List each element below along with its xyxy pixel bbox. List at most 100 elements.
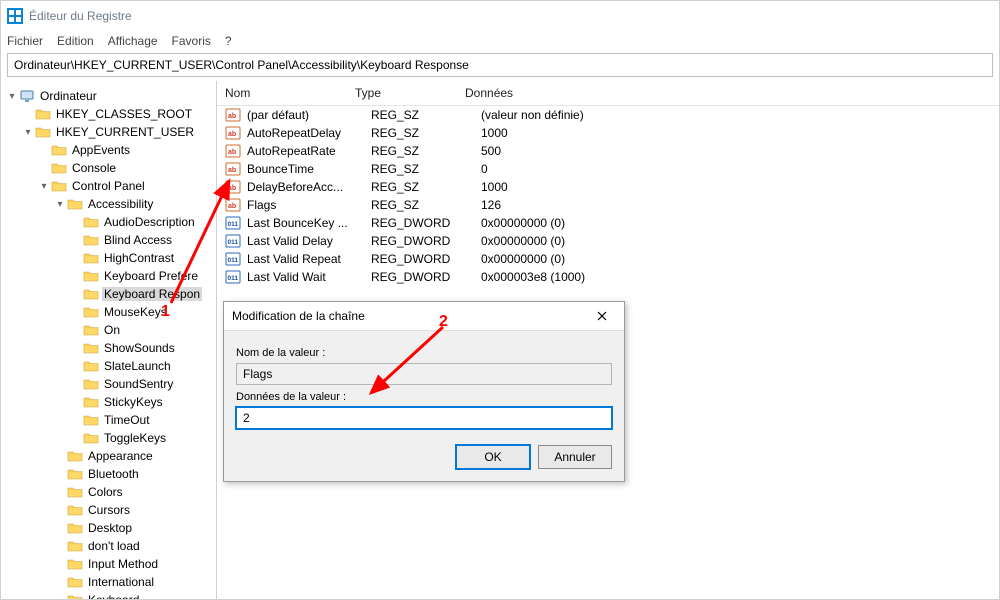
tree-acc-highcontrast[interactable]: HighContrast — [1, 249, 216, 267]
tree-console[interactable]: Console — [1, 159, 216, 177]
reg-binary-icon: 011 — [225, 269, 241, 285]
value-name: Flags — [247, 198, 371, 212]
folder-icon — [67, 449, 83, 463]
folder-icon — [83, 341, 99, 355]
column-data[interactable]: Données — [465, 86, 999, 100]
value-data: 500 — [481, 144, 999, 158]
value-type: REG_DWORD — [371, 234, 481, 248]
value-row[interactable]: ab(par défaut)REG_SZ(valeur non définie) — [217, 106, 999, 124]
folder-icon — [83, 377, 99, 391]
value-type: REG_DWORD — [371, 252, 481, 266]
tree-label: AudioDescription — [102, 215, 197, 229]
tree-label: On — [102, 323, 122, 337]
tree-acc-blind-access[interactable]: Blind Access — [1, 231, 216, 249]
folder-icon — [51, 143, 67, 157]
registry-tree[interactable]: ▾OrdinateurHKEY_CLASSES_ROOT▾HKEY_CURREN… — [1, 81, 217, 600]
address-bar[interactable]: Ordinateur\HKEY_CURRENT_USER\Control Pan… — [7, 53, 993, 77]
menu-favorites[interactable]: Favoris — [172, 34, 211, 48]
tree-acc-on[interactable]: On — [1, 321, 216, 339]
tree-twisty-icon[interactable]: ▾ — [37, 181, 51, 192]
tree-cp-international[interactable]: International — [1, 573, 216, 591]
value-name: AutoRepeatDelay — [247, 126, 371, 140]
tree-twisty-icon[interactable]: ▾ — [53, 199, 67, 210]
ok-button[interactable]: OK — [456, 445, 530, 469]
tree-accessibility[interactable]: ▾Accessibility — [1, 195, 216, 213]
tree-acc-keyboard-prefere[interactable]: Keyboard Prefere — [1, 267, 216, 285]
value-row[interactable]: abFlagsREG_SZ126 — [217, 196, 999, 214]
value-data: 0x00000000 (0) — [481, 234, 999, 248]
tree-label: ShowSounds — [102, 341, 177, 355]
value-row[interactable]: abAutoRepeatRateREG_SZ500 — [217, 142, 999, 160]
value-row[interactable]: abDelayBeforeAcc...REG_SZ1000 — [217, 178, 999, 196]
value-row[interactable]: abBounceTimeREG_SZ0 — [217, 160, 999, 178]
reg-binary-icon: 011 — [225, 251, 241, 267]
tree-label: don't load — [86, 539, 142, 553]
tree-label: Colors — [86, 485, 125, 499]
tree-acc-togglekeys[interactable]: ToggleKeys — [1, 429, 216, 447]
value-row[interactable]: 011Last BounceKey ...REG_DWORD0x00000000… — [217, 214, 999, 232]
folder-icon — [83, 431, 99, 445]
tree-acc-slatelaunch[interactable]: SlateLaunch — [1, 357, 216, 375]
tree-acc-showsounds[interactable]: ShowSounds — [1, 339, 216, 357]
tree-acc-keyboard-respon[interactable]: Keyboard Respon — [1, 285, 216, 303]
tree-cp-keyboard[interactable]: Keyboard — [1, 591, 216, 600]
value-name-field[interactable]: Flags — [236, 363, 612, 385]
folder-icon — [83, 395, 99, 409]
tree-cp-don-t-load[interactable]: don't load — [1, 537, 216, 555]
column-type[interactable]: Type — [355, 86, 465, 100]
column-name[interactable]: Nom — [225, 86, 355, 100]
menu-help[interactable]: ? — [225, 34, 232, 48]
value-row[interactable]: 011Last Valid WaitREG_DWORD0x000003e8 (1… — [217, 268, 999, 286]
dialog-titlebar[interactable]: Modification de la chaîne — [224, 302, 624, 331]
tree-cp-bluetooth[interactable]: Bluetooth — [1, 465, 216, 483]
value-row[interactable]: abAutoRepeatDelayREG_SZ1000 — [217, 124, 999, 142]
edit-string-dialog: Modification de la chaîne Nom de la vale… — [223, 301, 625, 482]
dialog-close-button[interactable] — [588, 306, 616, 326]
folder-icon — [19, 89, 35, 103]
tree-acc-audiodescription[interactable]: AudioDescription — [1, 213, 216, 231]
tree-cp-colors[interactable]: Colors — [1, 483, 216, 501]
cancel-button[interactable]: Annuler — [538, 445, 612, 469]
tree-cp-input-method[interactable]: Input Method — [1, 555, 216, 573]
tree-acc-stickykeys[interactable]: StickyKeys — [1, 393, 216, 411]
tree-label: Console — [70, 161, 118, 175]
value-type: REG_DWORD — [371, 216, 481, 230]
svg-text:ab: ab — [228, 185, 236, 192]
svg-text:011: 011 — [228, 239, 239, 246]
value-data: 126 — [481, 198, 999, 212]
value-data-label: Données de la valeur : — [236, 391, 612, 403]
tree-appevents[interactable]: AppEvents — [1, 141, 216, 159]
menu-view[interactable]: Affichage — [108, 34, 158, 48]
tree-label: Input Method — [86, 557, 160, 571]
tree-acc-soundsentry[interactable]: SoundSentry — [1, 375, 216, 393]
menu-edit[interactable]: Edition — [57, 34, 94, 48]
tree-cp-appearance[interactable]: Appearance — [1, 447, 216, 465]
tree-hkcu[interactable]: ▾HKEY_CURRENT_USER — [1, 123, 216, 141]
tree-cp-desktop[interactable]: Desktop — [1, 519, 216, 537]
svg-text:ab: ab — [228, 167, 236, 174]
tree-label: Control Panel — [70, 179, 147, 193]
tree-acc-mousekeys[interactable]: MouseKeys — [1, 303, 216, 321]
tree-control-panel[interactable]: ▾ Control Panel — [1, 177, 216, 195]
value-type: REG_SZ — [371, 180, 481, 194]
value-row[interactable]: 011Last Valid DelayREG_DWORD0x00000000 (… — [217, 232, 999, 250]
menu-file[interactable]: Fichier — [7, 34, 43, 48]
tree-twisty-icon[interactable]: ▾ — [5, 91, 19, 102]
tree-hkcr[interactable]: HKEY_CLASSES_ROOT — [1, 105, 216, 123]
tree-label: Cursors — [86, 503, 132, 517]
reg-binary-icon: 011 — [225, 215, 241, 231]
svg-text:ab: ab — [228, 203, 236, 210]
value-type: REG_SZ — [371, 144, 481, 158]
tree-cp-cursors[interactable]: Cursors — [1, 501, 216, 519]
tree-acc-timeout[interactable]: TimeOut — [1, 411, 216, 429]
tree-label: SlateLaunch — [102, 359, 173, 373]
reg-binary-icon: 011 — [225, 233, 241, 249]
value-data: 0x00000000 (0) — [481, 216, 999, 230]
menubar: Fichier Edition Affichage Favoris ? — [1, 31, 999, 51]
tree-twisty-icon[interactable]: ▾ — [21, 127, 35, 138]
tree-root[interactable]: ▾Ordinateur — [1, 87, 216, 105]
folder-icon — [67, 503, 83, 517]
value-data-field[interactable]: 2 — [236, 407, 612, 429]
folder-icon — [83, 269, 99, 283]
value-row[interactable]: 011Last Valid RepeatREG_DWORD0x00000000 … — [217, 250, 999, 268]
